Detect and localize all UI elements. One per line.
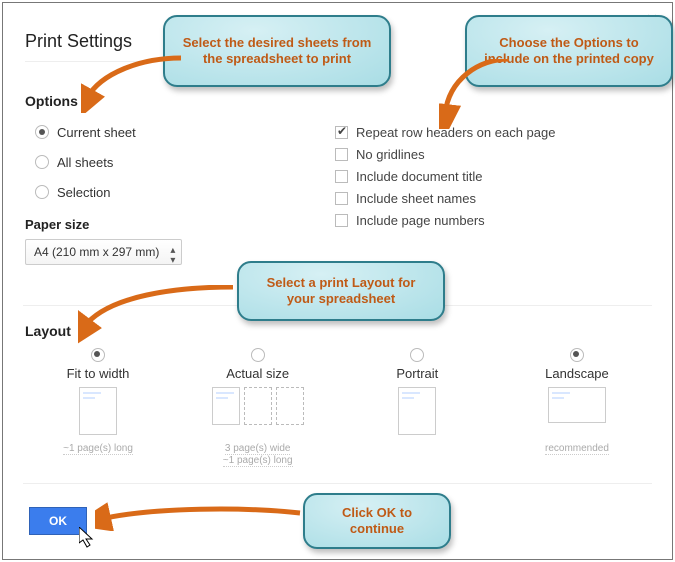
chk-label: Include document title [356, 169, 482, 184]
radio-label: All sheets [57, 155, 113, 170]
chk-label: Include page numbers [356, 213, 485, 228]
chk-no-gridlines[interactable]: No gridlines [335, 145, 425, 163]
layout-name: Actual size [183, 366, 333, 381]
layout-name: Landscape [502, 366, 652, 381]
chk-include-title[interactable]: Include document title [335, 167, 482, 185]
chk-include-page-numbers[interactable]: Include page numbers [335, 211, 485, 229]
layout-preview [342, 387, 492, 437]
checkbox-icon: ✔ [335, 126, 348, 139]
chk-label: No gridlines [356, 147, 425, 162]
radio-icon [570, 348, 584, 362]
title-underline [25, 61, 155, 62]
layout-landscape[interactable]: Landscape recommended [502, 348, 652, 467]
options-heading: Options [25, 93, 78, 109]
layout-sub: recommended [502, 443, 652, 455]
radio-icon [35, 185, 49, 199]
chk-label: Include sheet names [356, 191, 476, 206]
layout-name: Fit to width [23, 366, 173, 381]
checkbox-icon [335, 214, 348, 227]
callout-options: Choose the Options to include on the pri… [465, 15, 673, 87]
paper-size-select[interactable]: A4 (210 mm x 297 mm) ▴▾ [25, 239, 182, 265]
radio-label: Current sheet [57, 125, 136, 140]
layout-sub: ~1 page(s) long [23, 443, 173, 455]
radio-icon [91, 348, 105, 362]
checkbox-icon [335, 148, 348, 161]
radio-current-sheet[interactable]: Current sheet [35, 123, 136, 141]
page-title: Print Settings [25, 31, 132, 52]
layout-portrait[interactable]: Portrait [342, 348, 492, 467]
chk-label: Repeat row headers on each page [356, 125, 555, 140]
checkbox-icon [335, 192, 348, 205]
divider [23, 483, 652, 484]
arrow-icon [95, 501, 305, 531]
layout-preview [502, 387, 652, 437]
layout-preview [23, 387, 173, 437]
radio-icon [251, 348, 265, 362]
layout-options: Fit to width ~1 page(s) long Actual size… [23, 348, 652, 467]
radio-icon [410, 348, 424, 362]
radio-icon [35, 125, 49, 139]
callout-layout: Select a print Layout for your spreadshe… [237, 261, 445, 321]
layout-sub: 3 page(s) wide ~1 page(s) long [183, 443, 333, 467]
radio-all-sheets[interactable]: All sheets [35, 153, 113, 171]
arrow-icon [78, 285, 238, 345]
radio-selection[interactable]: Selection [35, 183, 110, 201]
radio-label: Selection [57, 185, 110, 200]
layout-heading: Layout [25, 323, 71, 339]
chk-repeat-headers[interactable]: ✔ Repeat row headers on each page [335, 123, 555, 141]
callout-sheets: Select the desired sheets from the sprea… [163, 15, 391, 87]
chevron-updown-icon: ▴▾ [170, 246, 175, 266]
callout-ok: Click OK to continue [303, 493, 451, 549]
checkbox-icon [335, 170, 348, 183]
ok-button[interactable]: OK [29, 507, 87, 535]
paper-size-value: A4 (210 mm x 297 mm) [34, 245, 159, 259]
chk-include-sheet-names[interactable]: Include sheet names [335, 189, 476, 207]
layout-fit-to-width[interactable]: Fit to width ~1 page(s) long [23, 348, 173, 467]
radio-icon [35, 155, 49, 169]
layout-actual-size[interactable]: Actual size 3 page(s) wide ~1 page(s) lo… [183, 348, 333, 467]
layout-preview [183, 387, 333, 437]
paper-size-heading: Paper size [25, 217, 89, 232]
print-settings-dialog: × Print Settings Options Paper size Layo… [2, 2, 673, 560]
layout-name: Portrait [342, 366, 492, 381]
layout-sub [342, 443, 492, 455]
